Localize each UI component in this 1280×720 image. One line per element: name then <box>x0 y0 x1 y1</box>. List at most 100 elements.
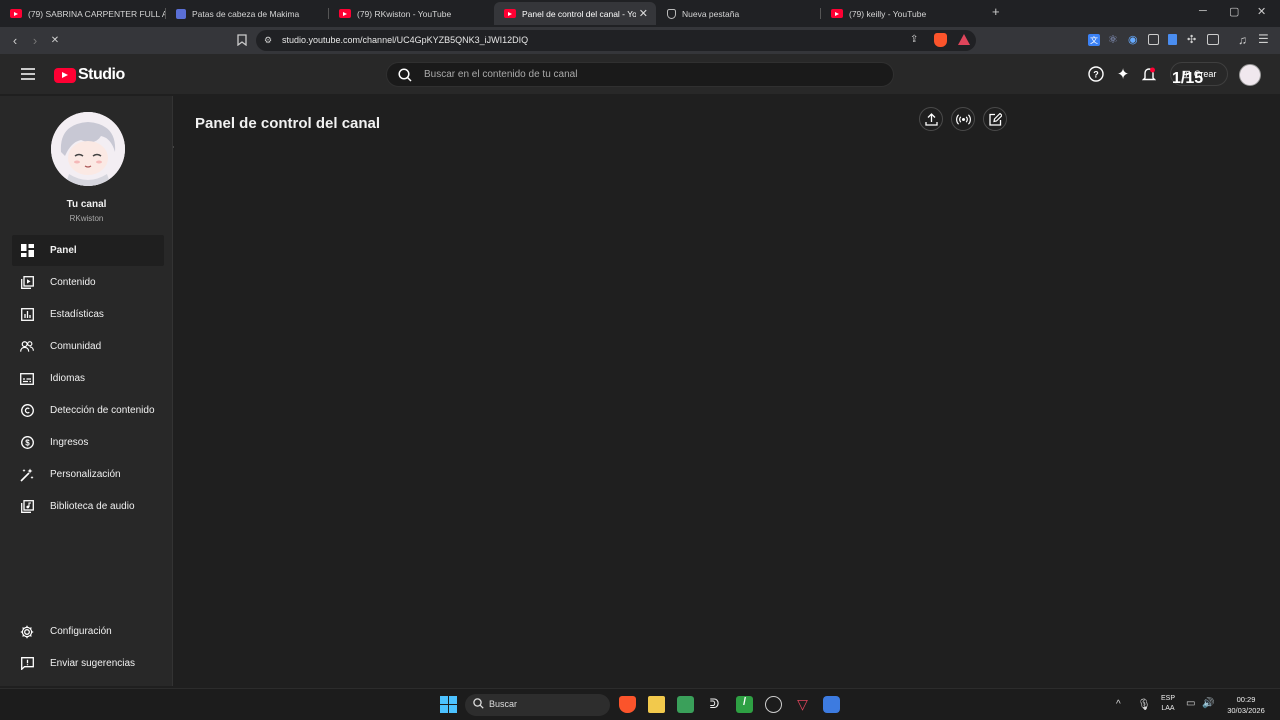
svg-text:?: ? <box>1093 70 1099 80</box>
site-info-icon[interactable]: ⚙ <box>264 35 272 46</box>
sidebar-item-feedback[interactable]: Enviar sugerencias <box>12 648 164 679</box>
app-icon[interactable] <box>765 696 782 713</box>
help-icon[interactable]: ? <box>1088 66 1104 82</box>
language-indicator[interactable]: ESP LAA <box>1158 694 1178 714</box>
sidebar-item-settings[interactable]: Configuración <box>12 616 164 647</box>
sidebar-item-label: Detección de contenido <box>50 405 155 416</box>
sidebar-item-community[interactable]: Comunidad <box>12 331 164 362</box>
app-icon[interactable]: / <box>736 696 753 713</box>
upload-video-button[interactable] <box>919 107 943 131</box>
media-controls-icon[interactable]: ♫ <box>1238 33 1247 47</box>
sidebar-item-content-detection[interactable]: Detección de contenido <box>12 395 164 426</box>
app-icon[interactable]: ᕲ <box>706 696 723 713</box>
browser-tab-active[interactable]: Panel de control del canal - YouT ✕ <box>494 2 656 25</box>
extensions-icon[interactable]: ✣ <box>1187 33 1196 46</box>
system-clock[interactable]: 00:29 30/03/2026 <box>1222 694 1270 716</box>
browser-tab[interactable]: (79) SABRINA CARPENTER FULL ALBU <box>0 2 165 25</box>
studio-logo[interactable]: Studio <box>54 66 125 84</box>
share-icon[interactable]: ⇪ <box>910 34 918 45</box>
screenshot-extension-icon[interactable] <box>1148 34 1159 45</box>
youtube-icon <box>339 9 351 18</box>
sidebar-item-label: Enviar sugerencias <box>50 658 136 669</box>
close-window-icon[interactable]: ✕ <box>1257 5 1266 18</box>
search-icon <box>473 698 484 709</box>
sidebar-item-customization[interactable]: Personalización <box>12 459 164 490</box>
create-post-button[interactable] <box>983 107 1007 131</box>
back-icon[interactable]: ‹ <box>8 33 22 48</box>
microphone-icon[interactable]: 🎙 <box>1137 698 1151 711</box>
sidebar-item-label: Ingresos <box>50 437 89 448</box>
notifications-icon[interactable] <box>1141 66 1157 82</box>
lang-code: ESP <box>1160 695 1175 702</box>
search-icon <box>397 67 413 83</box>
network-icon[interactable]: ▭ <box>1186 698 1195 709</box>
url-text: studio.youtube.com/channel/UC4GpKYZB5QNK… <box>282 35 529 45</box>
translate-extension-icon[interactable]: 文 <box>1088 34 1100 46</box>
browser-tab[interactable]: (79) RKwiston - YouTube <box>329 2 492 25</box>
channel-avatar[interactable] <box>51 112 125 186</box>
sidebar-item-languages[interactable]: Idiomas <box>12 363 164 394</box>
sidebar-item-content[interactable]: Contenido <box>12 267 164 298</box>
browser-tab[interactable]: (79) keilly - YouTube <box>821 2 984 25</box>
browser-tab[interactable]: Nueva pestaña <box>657 2 820 25</box>
close-tab-icon[interactable]: ✕ <box>639 7 648 20</box>
tab-label: Panel de control del canal - YouT <box>522 8 636 19</box>
audio-library-icon <box>20 500 34 514</box>
sidebar-item-earnings[interactable]: $ Ingresos <box>12 427 164 458</box>
new-tab-icon[interactable]: + <box>992 4 1000 19</box>
tab-label: (79) RKwiston - YouTube <box>357 8 452 19</box>
address-bar[interactable]: ⚙ studio.youtube.com/channel/UC4GpKYZB5Q… <box>256 30 976 51</box>
sidebar-item-label: Comunidad <box>50 341 102 352</box>
stop-loading-icon[interactable]: ✕ <box>48 33 62 47</box>
lang-region: LAA <box>1161 705 1175 712</box>
page-title: Panel de control del canal <box>195 115 381 132</box>
search-placeholder: Buscar en el contenido de tu canal <box>424 69 578 80</box>
svg-text:$: $ <box>25 438 30 447</box>
app-icon[interactable] <box>677 696 694 713</box>
sidebar-item-audio-library[interactable]: Biblioteca de audio <box>12 491 164 522</box>
channel-handle: RKwiston <box>69 214 104 223</box>
show-hidden-icons-icon[interactable]: ^ <box>1116 699 1121 710</box>
sparkle-icon[interactable]: ✦ <box>1115 66 1131 83</box>
sidebar-item-analytics[interactable]: Estadísticas <box>12 299 164 330</box>
brave-shields-icon[interactable] <box>934 33 947 47</box>
taskbar-search[interactable]: Buscar <box>465 694 610 716</box>
youtube-icon <box>10 9 22 18</box>
dashboard-icon <box>20 244 34 258</box>
restore-icon[interactable]: ▢ <box>1229 5 1239 18</box>
pixiv-icon <box>176 8 186 19</box>
go-live-button[interactable] <box>951 107 975 131</box>
brave-rewards-icon[interactable] <box>958 34 970 45</box>
browser-tab[interactable]: Patas de cabeza de Makima <box>166 2 328 25</box>
app-icon[interactable]: ▽ <box>794 696 811 713</box>
channel-title[interactable]: Tu canal <box>0 199 173 210</box>
hamburger-menu-icon[interactable] <box>20 66 36 82</box>
overlay-counter: 1/15 <box>1172 70 1204 87</box>
sound-extension-icon[interactable]: ◉ <box>1128 33 1138 46</box>
copyright-icon <box>20 404 34 418</box>
react-devtools-icon[interactable]: ⚛ <box>1108 33 1118 46</box>
account-avatar[interactable] <box>1239 64 1261 86</box>
brave-browser-icon[interactable] <box>619 696 636 713</box>
app-icon[interactable] <box>823 696 840 713</box>
sidebar-item-label: Biblioteca de audio <box>50 501 135 512</box>
windows-start-icon[interactable] <box>440 696 457 713</box>
taskbar-search-label: Buscar <box>489 699 518 709</box>
sidebar-toggle-icon[interactable] <box>1207 34 1219 45</box>
search-input[interactable]: Buscar en el contenido de tu canal <box>386 62 894 87</box>
browser-menu-icon[interactable]: ☰ <box>1258 32 1269 46</box>
minimize-icon[interactable]: ─ <box>1199 5 1207 17</box>
forward-icon[interactable]: › <box>28 33 42 48</box>
bookmark-icon[interactable] <box>235 33 249 47</box>
windows-taskbar: Buscar ᕲ / ▽ ^ 🎙 ESP LAA ▭ 🔊 00:29 30/03… <box>0 688 1280 720</box>
feedback-icon <box>20 657 34 671</box>
tab-label: Patas de cabeza de Makima <box>192 8 300 19</box>
sidebar-item-panel[interactable]: Panel <box>12 235 164 266</box>
file-explorer-icon[interactable] <box>648 696 665 713</box>
main-content: Panel de control del canal <box>174 96 1280 686</box>
volume-icon[interactable]: 🔊 <box>1202 698 1214 709</box>
community-icon <box>20 340 34 354</box>
studio-header: Studio Buscar en el contenido de tu cana… <box>0 54 1280 148</box>
browser-tab-bar: (79) SABRINA CARPENTER FULL ALBU Patas d… <box>0 0 1280 27</box>
docs-extension-icon[interactable] <box>1168 34 1177 45</box>
